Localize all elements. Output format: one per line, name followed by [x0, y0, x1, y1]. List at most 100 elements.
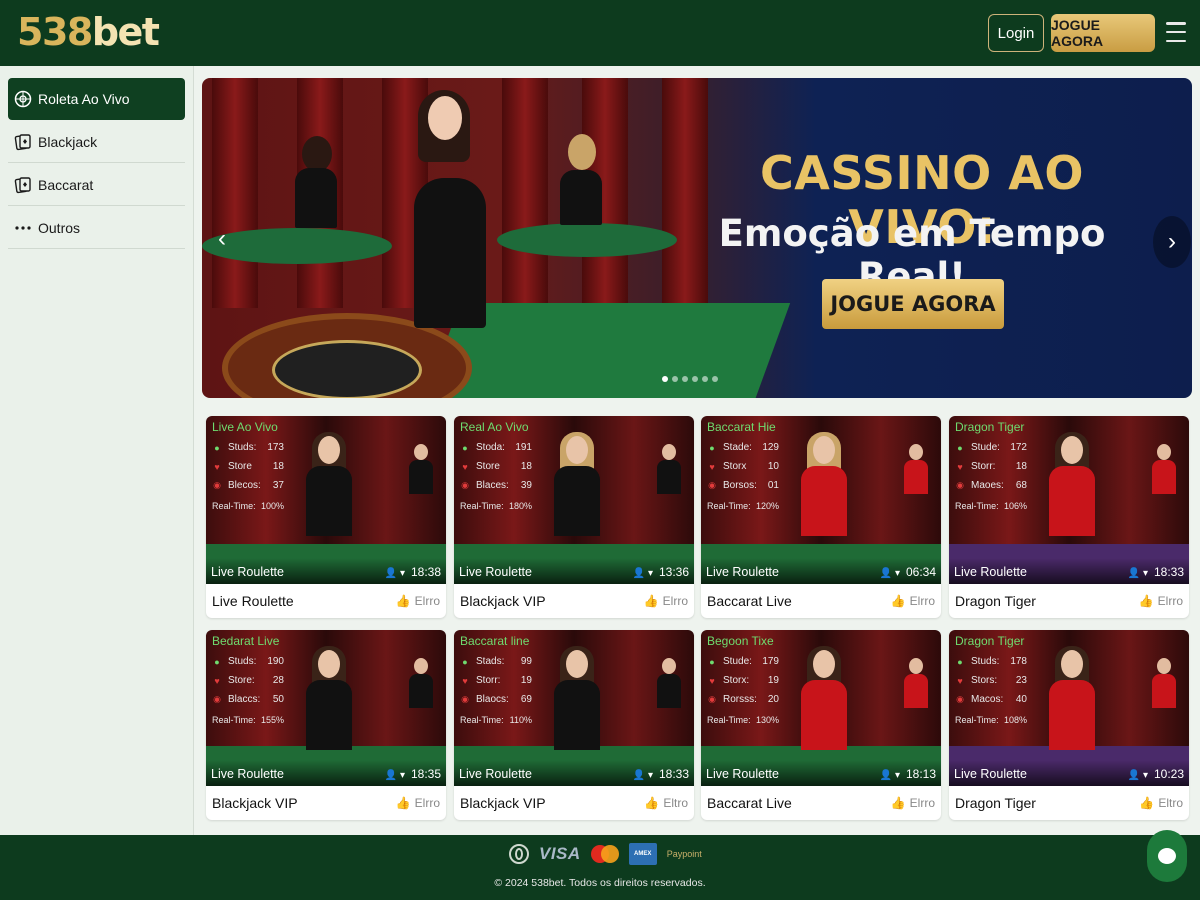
carousel-dot[interactable]	[712, 376, 718, 382]
user-icon: ●	[214, 442, 220, 453]
banner-play-button[interactable]: JOGUE AGORA	[822, 279, 1004, 329]
like-button[interactable]: 👍 Eltro	[644, 796, 688, 810]
realtime-label: Real-Time:	[955, 501, 999, 511]
chip-icon: ◉	[956, 694, 964, 704]
site-logo[interactable]: 538bet	[17, 10, 160, 54]
stat-value: 01	[767, 480, 779, 491]
game-thumbnail[interactable]: Baccarat Hie ● Stade: 129 ♥ Storx 10 ◉ Borsos: 01…	[701, 416, 941, 584]
like-button[interactable]: 👍 Elrro	[644, 594, 688, 608]
thumbnail-overlay: Live Roulette 👤 ▾ 18:33	[949, 558, 1189, 584]
chat-support-button[interactable]	[1147, 830, 1187, 882]
stat-label: Studs:	[971, 656, 1000, 667]
game-card[interactable]: Bedarat Live ● Studs: 190 ♥ Store: 28 ◉ Blaccs: 5…	[206, 630, 446, 820]
like-button[interactable]: 👍 Elrro	[891, 594, 935, 608]
chat-bubble-icon	[1158, 848, 1176, 864]
sidebar-item-blackjack[interactable]: Blackjack	[8, 121, 185, 163]
stat-label: Stude:	[723, 656, 752, 667]
game-title[interactable]: Baccarat Live	[707, 593, 891, 609]
stat-label: Blecos:	[228, 480, 261, 491]
game-title[interactable]: Baccarat Live	[707, 795, 891, 811]
carousel-prev-icon[interactable]: ‹	[204, 216, 240, 262]
stat-value: 37	[272, 480, 284, 491]
heart-icon: ♥	[709, 675, 715, 686]
game-title[interactable]: Dragon Tiger	[955, 593, 1139, 609]
viewers-icon: 👤 ▾	[1127, 770, 1148, 781]
stat-value: 23	[1015, 675, 1027, 686]
game-card-footer: Blackjack VIP 👍 Elrro	[454, 584, 694, 618]
stat-value: 10	[767, 461, 779, 472]
game-thumbnail[interactable]: Dragon Tiger ● Studs: 178 ♥ Stors: 23 ◉ Macos: 40…	[949, 630, 1189, 786]
game-title[interactable]: Blackjack VIP	[460, 795, 644, 811]
like-button[interactable]: 👍 Elrro	[396, 796, 440, 810]
like-button[interactable]: 👍 Eltro	[1139, 796, 1183, 810]
more-dots-icon	[14, 219, 32, 237]
game-thumbnail[interactable]: Bedarat Live ● Studs: 190 ♥ Store: 28 ◉ Blaccs: 5…	[206, 630, 446, 786]
thumbnail-overlay: Live Roulette 👤 ▾ 13:36	[454, 558, 694, 584]
like-button[interactable]: 👍 Elrro	[891, 796, 935, 810]
game-card-footer: Baccarat Live 👍 Elrro	[701, 584, 941, 618]
hamburger-menu-icon[interactable]	[1166, 22, 1186, 42]
stat-value: 173	[267, 442, 284, 453]
carousel-dot[interactable]	[692, 376, 698, 382]
realtime-label: Real-Time:	[212, 501, 256, 511]
carousel-dot[interactable]	[662, 376, 668, 382]
game-title[interactable]: Dragon Tiger	[955, 795, 1139, 811]
game-thumbnail[interactable]: Begoon Tixe ● Stude: 179 ♥ Storx: 19 ◉ Rorsss: 20…	[701, 630, 941, 786]
game-title[interactable]: Blackjack VIP	[212, 795, 396, 811]
logo-text: bet	[91, 10, 160, 54]
hero-banner[interactable]: CASSINO AO VIVO: Emoção em Tempo Real! J…	[202, 78, 1192, 398]
viewers-icon: 👤 ▾	[632, 770, 653, 781]
sidebar-item-outros[interactable]: Outros	[8, 207, 185, 249]
game-title[interactable]: Blackjack VIP	[460, 593, 644, 609]
stat-value: 40	[1015, 694, 1027, 705]
viewers-icon: 👤 ▾	[879, 568, 900, 579]
viewers-icon: 👤 ▾	[384, 568, 405, 579]
thumbs-up-icon: 👍	[1138, 594, 1154, 608]
sidebar-item-baccarat[interactable]: Baccarat	[8, 164, 185, 206]
game-card[interactable]: Dragon Tiger ● Studs: 178 ♥ Stors: 23 ◉ Macos: 40…	[949, 630, 1189, 820]
game-tag: Begoon Tixe	[707, 634, 774, 648]
game-thumbnail[interactable]: Real Ao Vivo ● Stoda: 191 ♥ Store 18 ◉ Blaces: 39…	[454, 416, 694, 584]
game-thumbnail[interactable]: Dragon Tiger ● Stude: 172 ♥ Storr: 18 ◉ Maoes: 68…	[949, 416, 1189, 584]
game-card[interactable]: Live Ao Vivo ● Studs: 173 ♥ Store 18 ◉ Blecos: 37…	[206, 416, 446, 618]
game-thumbnail[interactable]: Baccarat line ● Stads: 99 ♥ Storr: 19 ◉ Blaocs: 6…	[454, 630, 694, 786]
thumbs-up-icon: 👍	[395, 796, 411, 810]
realtime-label: Real-Time:	[460, 715, 504, 725]
stat-label: Storr:	[971, 461, 996, 472]
game-card[interactable]: Begoon Tixe ● Stude: 179 ♥ Storx: 19 ◉ Rorsss: 20…	[701, 630, 941, 820]
stat-label: Storr:	[476, 675, 501, 686]
thumbnail-overlay: Live Roulette 👤 ▾ 18:33	[454, 760, 694, 786]
stat-label: Store	[476, 461, 500, 472]
heart-icon: ♥	[214, 675, 220, 686]
stat-label: Store:	[228, 675, 255, 686]
like-button[interactable]: 👍 Elrro	[1139, 594, 1183, 608]
play-now-button[interactable]: JOGUE AGORA	[1051, 14, 1155, 52]
heart-icon: ♥	[214, 461, 220, 472]
realtime-value: 130%	[755, 715, 779, 725]
carousel-dot[interactable]	[672, 376, 678, 382]
carousel-dot[interactable]	[702, 376, 708, 382]
overlay-time: 18:35	[410, 767, 441, 781]
game-card[interactable]: Baccarat Hie ● Stade: 129 ♥ Storx 10 ◉ Borsos: 01…	[701, 416, 941, 618]
carousel-next-icon[interactable]: ›	[1153, 216, 1191, 268]
overlay-time: 18:38	[410, 565, 441, 579]
cards-icon	[14, 176, 32, 194]
like-button[interactable]: 👍 Elrro	[396, 594, 440, 608]
sidebar-item-label: Baccarat	[38, 176, 94, 193]
sidebar-item-roleta[interactable]: Roleta Ao Vivo	[8, 78, 185, 120]
login-button[interactable]: Login	[988, 14, 1044, 52]
game-card[interactable]: Baccarat line ● Stads: 99 ♥ Storr: 19 ◉ Blaocs: 6…	[454, 630, 694, 820]
overlay-game-name: Live Roulette	[459, 565, 532, 579]
game-card[interactable]: Dragon Tiger ● Stude: 172 ♥ Storr: 18 ◉ Maoes: 68…	[949, 416, 1189, 618]
game-thumbnail[interactable]: Live Ao Vivo ● Studs: 173 ♥ Store 18 ◉ Blecos: 37…	[206, 416, 446, 584]
like-label: Elrro	[1157, 594, 1183, 608]
game-title[interactable]: Live Roulette	[212, 593, 396, 609]
chip-icon: ◉	[708, 694, 716, 704]
carousel-dot[interactable]	[682, 376, 688, 382]
user-icon: ●	[462, 656, 468, 667]
carousel-dots	[662, 376, 718, 382]
stat-value: 18	[520, 461, 532, 472]
realtime-value: 120%	[755, 501, 779, 511]
game-card[interactable]: Real Ao Vivo ● Stoda: 191 ♥ Store 18 ◉ Blaces: 39…	[454, 416, 694, 618]
thumbs-up-icon: 👍	[1139, 796, 1155, 810]
